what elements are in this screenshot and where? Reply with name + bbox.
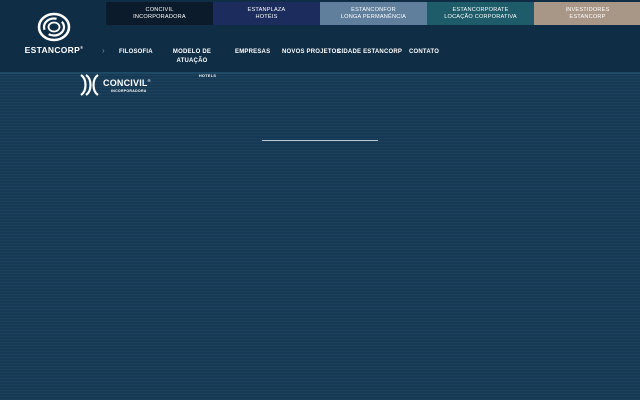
tab-concivil-line1: CONCIVIL <box>145 6 174 13</box>
tab-estanplaza[interactable]: ESTANPLAZA HOTÉIS <box>213 2 320 25</box>
tab-concivil-line2: INCORPORADORA <box>133 13 186 20</box>
nav-modelo-de-atuacao[interactable]: MODELO DE ATUAÇÃO <box>170 48 214 66</box>
company-tabs: CONCIVIL INCORPORADORA ESTANPLAZA HOTÉIS… <box>106 2 640 25</box>
logo-wordmark: ESTANCORP® <box>22 45 86 55</box>
nav-chevron-icon: › <box>102 46 105 55</box>
tab-estancorporate-line2: LOCAÇÃO CORPORATIVA <box>444 13 517 20</box>
hotels-label: HOTELS <box>199 74 217 78</box>
nav-modelo-line2: ATUAÇÃO <box>176 58 208 64</box>
brand-registered-mark: ® <box>147 78 151 83</box>
tab-estanconfor-line2: LONGA PERMANÊNCIA <box>340 13 407 20</box>
logo-registered-mark: ® <box>80 45 84 51</box>
tab-estancorporate-line1: ESTANCORPORATE <box>452 6 509 13</box>
nav-contato[interactable]: CONTATO <box>409 48 439 57</box>
estancorp-logo[interactable]: ESTANCORP® <box>22 12 86 58</box>
nav-modelo-line1: MODELO DE <box>172 49 212 55</box>
tab-concivil[interactable]: CONCIVIL INCORPORADORA <box>106 2 213 25</box>
nav-novos-projetos[interactable]: NOVOS PROJETOS <box>282 48 341 57</box>
estancorp-swirl-icon <box>37 12 71 42</box>
nav-cidade-estancorp[interactable]: CIDADE ESTANCORP <box>337 48 402 57</box>
brand-subtitle: INCORPORADORA <box>111 89 147 93</box>
tab-investidores-line1: INVESTIDORES <box>565 6 610 13</box>
tab-estanplaza-line2: HOTÉIS <box>255 13 278 20</box>
concivil-brand-logo[interactable]: CONCIVIL® INCORPORADORA <box>78 74 152 96</box>
tab-estanplaza-line1: ESTANPLAZA <box>247 6 286 13</box>
nav-empresas[interactable]: EMPRESAS <box>235 48 270 57</box>
site-header: ESTANCORP® CONCIVIL INCORPORADORA ESTANP… <box>0 0 640 72</box>
brand-wordmark: CONCIVIL® <box>103 78 151 88</box>
content-divider <box>262 140 378 141</box>
tab-estanconfor[interactable]: ESTANCONFOR LONGA PERMANÊNCIA <box>320 2 427 25</box>
nav-filosofia[interactable]: FILOSOFIA <box>119 48 153 57</box>
tab-estanconfor-line1: ESTANCONFOR <box>351 6 396 13</box>
concivil-symbol-icon <box>80 74 99 96</box>
tab-estancorporate[interactable]: ESTANCORPORATE LOCAÇÃO CORPORATIVA <box>427 2 534 25</box>
tab-investidores[interactable]: INVESTIDORES ESTANCORP <box>534 2 640 25</box>
logo-text: ESTANCORP <box>24 45 81 55</box>
brand-name: CONCIVIL <box>103 78 148 88</box>
tab-investidores-line2: ESTANCORP <box>569 13 606 20</box>
